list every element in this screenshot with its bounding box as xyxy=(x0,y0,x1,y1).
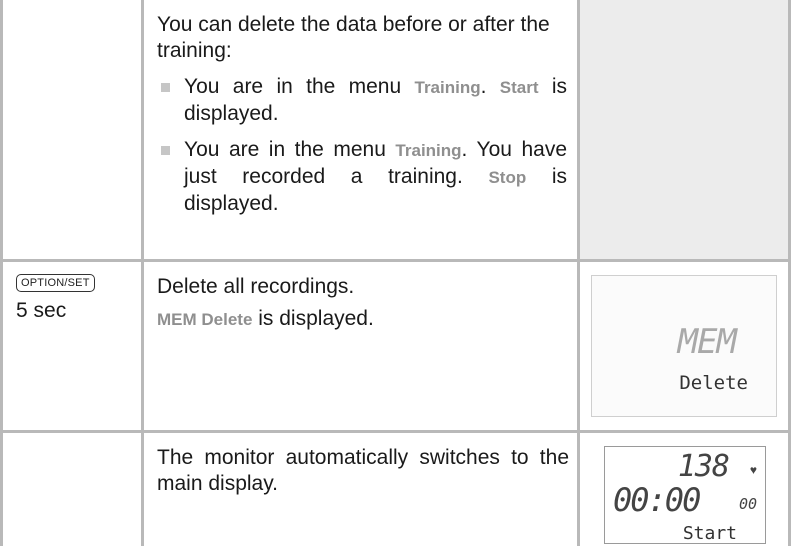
description-cell: The monitor automatically switches to th… xyxy=(144,433,577,546)
key-cell: OPTION/SET 5 sec xyxy=(3,262,141,430)
lcd-mem-text: MEM xyxy=(677,322,737,362)
result-text: MEM Delete is displayed. xyxy=(157,306,577,333)
lcd-heart-rate: 138 xyxy=(677,449,730,484)
lcd-display-image: 138 ♥ 00:00 00 Start xyxy=(604,446,766,544)
display-highlight: MEM Delete xyxy=(157,310,253,329)
display-cell: MEM Delete xyxy=(580,262,788,430)
description-cell: Delete all recordings. MEM Delete is dis… xyxy=(144,262,577,430)
lcd-hundredths: 00 xyxy=(738,495,757,513)
key-cell xyxy=(3,0,141,259)
hold-duration: 5 sec xyxy=(16,299,67,322)
result-suffix: is displayed. xyxy=(252,307,374,330)
display-cell: 138 ♥ 00:00 00 Start xyxy=(580,433,788,546)
option-set-key-icon: OPTION/SET xyxy=(16,274,95,292)
list-item: You are in the menu Training. Start is d… xyxy=(157,74,567,127)
table-row: You can delete the data before or after … xyxy=(0,0,791,259)
intro-text: You can delete the data before or after … xyxy=(157,13,550,62)
bullet-square-icon xyxy=(161,146,170,155)
description-cell: You can delete the data before or after … xyxy=(144,0,577,259)
menu-name-highlight: Training xyxy=(414,78,481,97)
lcd-delete-text: Delete xyxy=(679,372,748,394)
lcd-start-text: Start xyxy=(682,523,737,544)
bullet-text: You are in the menu xyxy=(184,75,415,98)
instruction-table: You can delete the data before or after … xyxy=(0,0,791,546)
bullet-square-icon xyxy=(161,83,170,92)
display-highlight: Start xyxy=(499,78,539,97)
menu-name-highlight: Training xyxy=(395,141,462,160)
instruction-text: Delete all recordings. xyxy=(157,275,355,298)
key-cell xyxy=(3,433,141,546)
display-highlight: Stop xyxy=(488,168,527,187)
lcd-time: 00:00 xyxy=(613,481,701,519)
lcd-display-image: MEM Delete xyxy=(591,275,777,417)
table-row: OPTION/SET 5 sec Delete all recordings. … xyxy=(0,262,791,430)
instruction-text: The monitor automatically switches to th… xyxy=(157,446,569,495)
bullet-text: . xyxy=(480,75,500,98)
list-item: You are in the menu Training. You have j… xyxy=(157,137,567,217)
display-cell-empty xyxy=(580,0,788,259)
bullet-text: You are in the menu xyxy=(184,138,396,161)
heart-icon: ♥ xyxy=(749,463,757,477)
table-row: The monitor automatically switches to th… xyxy=(0,433,791,546)
